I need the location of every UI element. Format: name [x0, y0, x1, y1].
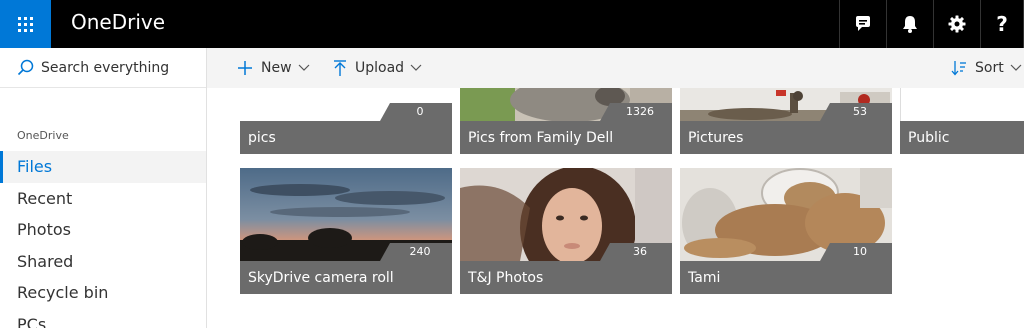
folder-tile-pics-from-family-dell[interactable]: 1326 Pics from Family Dell — [460, 88, 672, 154]
plus-icon — [238, 61, 252, 75]
new-button-label: New — [261, 60, 292, 76]
upload-icon — [334, 59, 346, 76]
app-title[interactable]: OneDrive — [71, 10, 165, 34]
item-count: 10 — [853, 245, 867, 258]
folder-tile-tami[interactable]: 10 Tami — [680, 168, 892, 294]
sort-button[interactable]: Sort — [951, 48, 1022, 88]
nav-item-photos[interactable]: Photos — [0, 214, 206, 246]
item-count: 36 — [633, 245, 647, 258]
nav-item-shared[interactable]: Shared — [0, 246, 206, 278]
nav-item-pcs[interactable]: PCs — [0, 309, 206, 328]
folder-tile-tj-photos[interactable]: 36 T&J Photos — [460, 168, 672, 294]
folder-name: Tami — [688, 270, 721, 286]
app-launcher-button[interactable] — [0, 0, 51, 48]
notifications-button[interactable] — [886, 0, 933, 48]
folder-name: T&J Photos — [468, 270, 544, 286]
folder-thumbnail — [900, 88, 1024, 121]
chevron-down-icon — [298, 64, 309, 71]
folder-name: Public — [908, 130, 950, 146]
top-bar: OneDrive ? — [0, 0, 1024, 48]
upload-button[interactable]: Upload — [333, 48, 422, 88]
nav-item-recent[interactable]: Recent — [0, 183, 206, 215]
folder-name: SkyDrive camera roll — [248, 270, 394, 286]
help-button[interactable]: ? — [980, 0, 1024, 48]
upload-button-label: Upload — [355, 60, 405, 76]
search-input[interactable]: Search everything — [41, 60, 169, 76]
folder-tile-public[interactable]: Public — [900, 88, 1024, 154]
search-icon — [17, 59, 34, 76]
help-icon: ? — [996, 12, 1008, 36]
nav-item-recycle-bin[interactable]: Recycle bin — [0, 277, 206, 309]
bell-icon — [903, 16, 917, 33]
chevron-down-icon — [410, 64, 422, 71]
sort-button-label: Sort — [975, 60, 1004, 76]
folder-name: pics — [248, 130, 276, 146]
gear-icon — [948, 15, 966, 33]
chat-button[interactable] — [839, 0, 886, 48]
folder-name: Pictures — [688, 130, 744, 146]
nav-heading: OneDrive — [17, 129, 69, 142]
item-count: 53 — [853, 105, 867, 118]
new-button[interactable]: New — [237, 48, 310, 88]
folder-tile-pictures[interactable]: 53 Pictures — [680, 88, 892, 154]
search-box[interactable]: Search everything — [0, 48, 206, 88]
item-count: 240 — [409, 245, 431, 258]
folder-tile-pics[interactable]: 0 pics — [240, 88, 452, 154]
item-count: 0 — [416, 105, 424, 118]
command-bar: New Upload Sort — [207, 48, 1024, 88]
sort-icon — [951, 61, 966, 76]
nav-item-files[interactable]: Files — [0, 151, 206, 183]
folder-tile-skydrive-camera-roll[interactable]: 240 SkyDrive camera roll — [240, 168, 452, 294]
item-count: 1326 — [626, 105, 654, 118]
waffle-icon — [18, 16, 33, 32]
sidebar: Search everything OneDrive Files Recent … — [0, 48, 207, 328]
file-grid: 0 pics 1326 Pics from Family Dell 53 Pic… — [207, 88, 1024, 328]
settings-button[interactable] — [933, 0, 980, 48]
nav-list: Files Recent Photos Shared Recycle bin P… — [0, 151, 206, 328]
chat-icon — [856, 16, 870, 31]
chevron-down-icon — [1010, 64, 1022, 71]
folder-name: Pics from Family Dell — [468, 130, 614, 146]
